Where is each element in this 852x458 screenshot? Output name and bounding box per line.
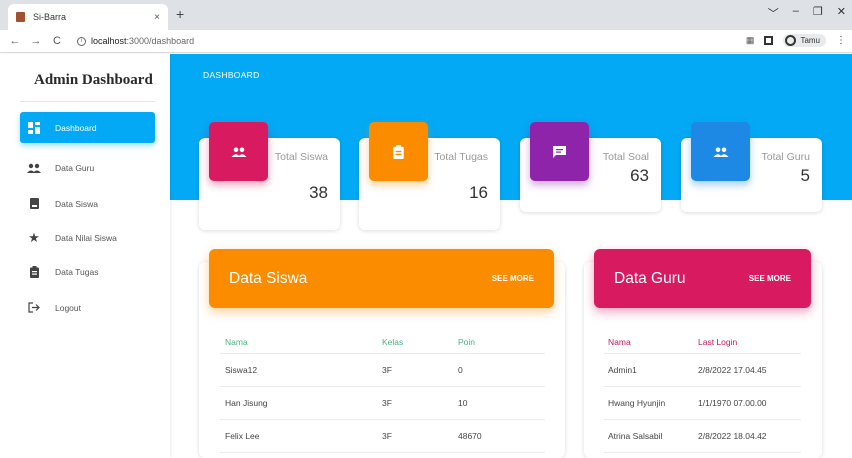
brand-divider: [20, 101, 155, 102]
dashboard-icon: [26, 121, 42, 134]
see-more-siswa-button[interactable]: SEE MORE: [492, 274, 534, 283]
table-row: Siswa12 3F 0: [220, 354, 545, 387]
sidebar-item-dashboard[interactable]: Dashboard: [20, 112, 155, 143]
column-header: Kelas: [382, 337, 404, 347]
cell-kelas: 3F: [382, 365, 392, 375]
sidebar-item-data-nilai-siswa[interactable]: ★ Data Nilai Siswa: [20, 222, 155, 253]
people-icon: [26, 163, 42, 173]
column-header: Last Login: [698, 337, 738, 347]
cell-nama: Siswa12: [225, 365, 258, 375]
close-window-button[interactable]: ✕: [837, 5, 846, 21]
profile-icon: [785, 35, 797, 46]
stat-label: Total Soal: [602, 151, 649, 163]
restore-button[interactable]: ❐: [813, 5, 823, 21]
page-title: DASHBOARD: [203, 70, 260, 80]
stat-value: 38: [309, 183, 328, 202]
sidebar-item-label: Data Guru: [55, 162, 95, 173]
stat-label: Total Guru: [761, 151, 810, 163]
profile-name: Tamu: [800, 36, 820, 45]
reload-icon[interactable]: C: [51, 35, 63, 47]
cell-nama: Admin1: [608, 365, 637, 375]
table-row: Han Jisung 3F 10: [220, 387, 545, 420]
stat-card-total-soal: Total Soal 63: [520, 122, 661, 212]
browser-tab-bar: Si-Barra × + ﹀ – ❐ ✕: [0, 0, 852, 30]
url-field[interactable]: i localhost:3000/dashboard: [77, 36, 194, 46]
sidebar-item-data-guru[interactable]: Data Guru: [20, 152, 155, 183]
data-guru-header: Data Guru SEE MORE: [594, 249, 811, 308]
cell-nama: Han Jisung: [225, 398, 268, 408]
stat-label: Total Siswa: [274, 151, 328, 163]
table-row: Atrina Salsabil 2/8/2022 18.04.42: [604, 420, 801, 453]
sidebar-item-data-siswa[interactable]: Data Siswa: [20, 188, 155, 219]
stat-card-total-siswa: Total Siswa 38: [199, 122, 340, 230]
address-bar: ← → C i localhost:3000/dashboard ▦ Tamu …: [0, 30, 852, 53]
menu-icon[interactable]: ⋮: [836, 35, 846, 46]
sidebar-item-label: Logout: [55, 302, 81, 313]
column-header: Poin: [458, 337, 476, 347]
person-badge-icon: [26, 198, 42, 209]
data-siswa-header: Data Siswa SEE MORE: [209, 249, 554, 308]
window-controls: ﹀ – ❐ ✕: [768, 5, 846, 21]
card-title: Data Guru: [614, 269, 686, 287]
stat-card-total-guru: Total Guru 5: [681, 122, 822, 212]
sidebar-item-data-tugas[interactable]: Data Tugas: [20, 256, 155, 287]
browser-tab[interactable]: Si-Barra ×: [8, 4, 168, 30]
sidebar-item-label: Data Tugas: [55, 266, 99, 277]
back-icon[interactable]: ←: [9, 35, 21, 47]
new-tab-button[interactable]: +: [176, 6, 184, 22]
tab-search-icon[interactable]: ﹀: [768, 5, 779, 21]
brand-title: Admin Dashboard: [34, 72, 153, 88]
data-guru-table: Nama Last Login Admin1 2/8/2022 17.04.45…: [604, 331, 801, 453]
cell-poin: 10: [458, 398, 468, 408]
cell-last-login: 2/8/2022 18.04.42: [698, 431, 767, 441]
table-header-row: Nama Kelas Poin: [220, 331, 545, 354]
table-row: Felix Lee 3F 48670: [220, 420, 545, 453]
site-info-icon[interactable]: i: [77, 36, 86, 46]
sidebar-item-label: Dashboard: [55, 122, 97, 133]
url-path: :3000/dashboard: [126, 36, 195, 46]
clipboard-icon: [369, 122, 428, 181]
minimize-button[interactable]: –: [793, 5, 799, 21]
sidebar: Admin Dashboard Dashboard Data Guru Data…: [0, 54, 170, 458]
favicon-icon: [16, 12, 25, 22]
stat-value: 5: [800, 166, 810, 185]
stat-card-total-tugas: Total Tugas 16: [359, 122, 500, 230]
url-host: localhost: [91, 36, 127, 46]
card-title: Data Siswa: [229, 269, 308, 287]
column-header: Nama: [225, 337, 248, 347]
clipboard-icon: [26, 265, 42, 278]
stat-value: 16: [469, 183, 488, 202]
sidebar-item-label: Data Nilai Siswa: [55, 232, 117, 243]
stat-value: 63: [630, 166, 649, 185]
cell-kelas: 3F: [382, 398, 392, 408]
people-icon: [209, 122, 268, 181]
forward-icon[interactable]: →: [30, 35, 42, 47]
see-more-guru-button[interactable]: SEE MORE: [749, 274, 791, 283]
cell-nama: Hwang Hyunjin: [608, 398, 666, 408]
cell-poin: 0: [458, 365, 463, 375]
tab-close-icon[interactable]: ×: [154, 12, 160, 23]
cell-poin: 48670: [458, 431, 482, 441]
logout-icon: [26, 302, 42, 313]
stat-label: Total Tugas: [434, 151, 488, 163]
cell-kelas: 3F: [382, 431, 392, 441]
translate-icon[interactable]: ▦: [746, 35, 755, 46]
column-header: Nama: [608, 337, 631, 347]
profile-button[interactable]: Tamu: [783, 34, 826, 47]
data-siswa-table: Nama Kelas Poin Siswa12 3F 0 Han Jisung …: [220, 331, 545, 453]
tab-title: Si-Barra: [33, 12, 67, 22]
cell-last-login: 1/1/1970 07.00.00: [698, 398, 767, 408]
table-row: Admin1 2/8/2022 17.04.45: [604, 354, 801, 387]
toolbar-right: ▦ Tamu ⋮: [746, 34, 846, 47]
table-row: Hwang Hyunjin 1/1/1970 07.00.00: [604, 387, 801, 420]
table-header-row: Nama Last Login: [604, 331, 801, 354]
sidepanel-icon[interactable]: [764, 36, 774, 45]
sidebar-item-logout[interactable]: Logout: [20, 292, 155, 323]
cell-last-login: 2/8/2022 17.04.45: [698, 365, 767, 375]
cell-nama: Atrina Salsabil: [608, 431, 663, 441]
cell-nama: Felix Lee: [225, 431, 260, 441]
star-icon: ★: [28, 229, 40, 245]
sidebar-item-label: Data Siswa: [55, 198, 98, 209]
